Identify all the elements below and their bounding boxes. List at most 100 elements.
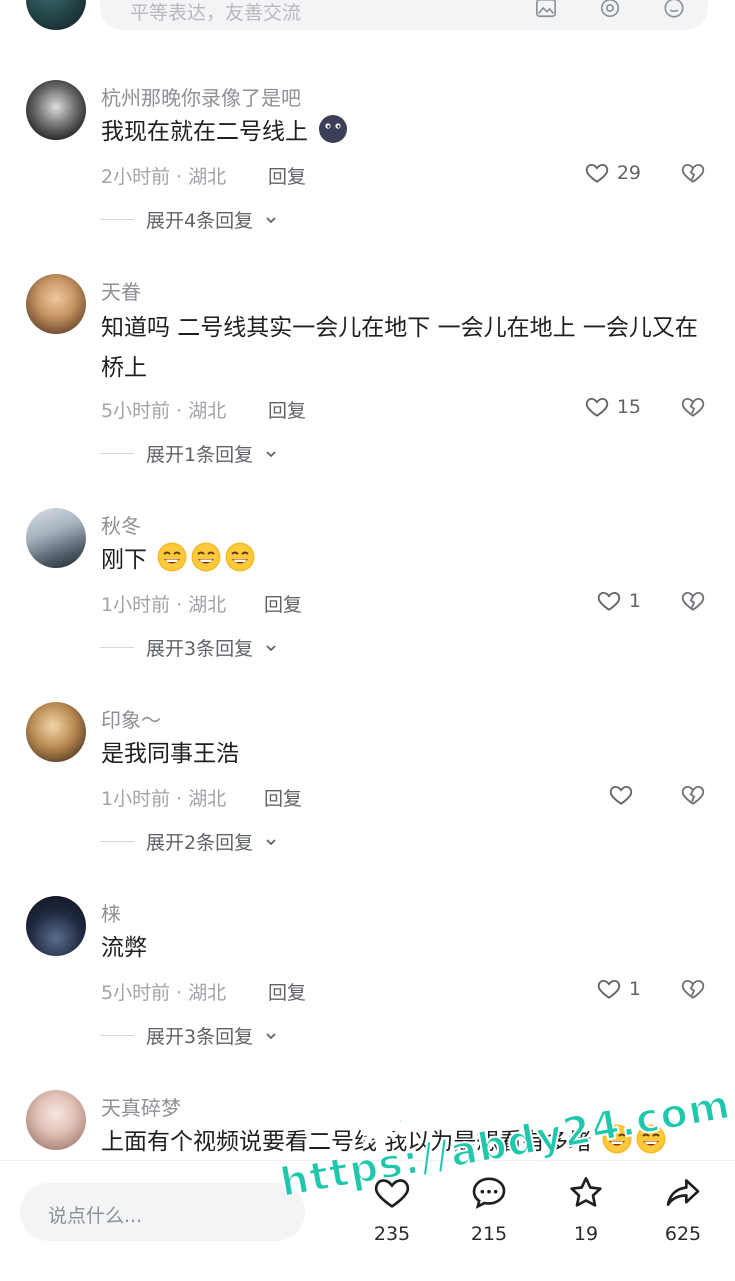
expand-replies-label: 展开4条回复 bbox=[146, 210, 254, 232]
image-icon[interactable] bbox=[530, 0, 562, 20]
avatar[interactable] bbox=[26, 702, 86, 762]
like-button[interactable]: 1 bbox=[595, 976, 641, 1002]
expand-replies-label: 展开1条回复 bbox=[146, 444, 254, 466]
divider bbox=[100, 453, 134, 454]
expand-replies-label: 展开3条回复 bbox=[146, 638, 254, 660]
chevron-down-icon bbox=[266, 644, 276, 651]
grin-emoji bbox=[601, 1123, 633, 1155]
chevron-down-icon bbox=[266, 216, 276, 223]
heart-icon bbox=[609, 785, 633, 805]
comment-text-content: 我现在就在二号线上 bbox=[101, 119, 308, 145]
comment-time-location: 5小时前 · 湖北 bbox=[101, 982, 227, 1004]
reply-button[interactable]: 回复 bbox=[268, 162, 306, 189]
expand-replies-button[interactable]: 展开4条回复 bbox=[100, 206, 277, 233]
comment-text: 知道吗 二号线其实一会儿在地下 一会儿在地上 一会儿又在桥上 bbox=[101, 315, 698, 381]
comment-author[interactable]: 天眷 bbox=[101, 276, 141, 305]
expand-replies-label: 展开2条回复 bbox=[146, 832, 254, 854]
like-post-count: 235 bbox=[373, 1223, 411, 1245]
dark-face-emoji bbox=[317, 113, 349, 145]
heart-icon bbox=[585, 163, 609, 183]
heart-icon bbox=[585, 397, 609, 417]
comment-bubble-icon bbox=[472, 1177, 506, 1209]
grin-emoji bbox=[156, 541, 188, 573]
comment-time-location: 5小时前 · 湖北 bbox=[101, 400, 227, 422]
heart-icon bbox=[374, 1179, 410, 1208]
comments-count: 215 bbox=[470, 1223, 508, 1245]
like-count: 1 bbox=[628, 978, 641, 1000]
chevron-down-icon bbox=[266, 450, 276, 457]
heart-icon bbox=[597, 591, 621, 611]
reply-button[interactable]: 回复 bbox=[264, 590, 302, 617]
like-button[interactable]: 15 bbox=[583, 394, 641, 420]
chevron-down-icon bbox=[266, 838, 276, 845]
comment-time-location: 2小时前 · 湖北 bbox=[101, 166, 227, 188]
broken-heart-icon bbox=[681, 979, 705, 999]
dislike-button[interactable] bbox=[679, 782, 707, 810]
comment-input[interactable]: 说点什么... bbox=[20, 1183, 305, 1241]
chevron-down-icon bbox=[266, 1032, 276, 1039]
avatar[interactable] bbox=[26, 896, 86, 956]
comment-text: 我现在就在二号线上 bbox=[101, 112, 711, 152]
share-count: 625 bbox=[664, 1223, 702, 1245]
top-input-icons bbox=[530, 0, 690, 20]
share-button[interactable]: 625 bbox=[651, 1173, 715, 1245]
expand-replies-label: 展开3条回复 bbox=[146, 1026, 254, 1048]
heart-icon bbox=[597, 979, 621, 999]
broken-heart-icon bbox=[681, 163, 705, 183]
reply-button[interactable]: 回复 bbox=[264, 784, 302, 811]
like-button[interactable] bbox=[607, 782, 641, 808]
avatar[interactable] bbox=[26, 274, 86, 334]
avatar[interactable] bbox=[26, 0, 86, 30]
dislike-button[interactable] bbox=[679, 394, 707, 422]
broken-heart-icon bbox=[681, 591, 705, 611]
comments-button[interactable]: 215 bbox=[457, 1173, 521, 1245]
comment-author[interactable]: 秋冬 bbox=[101, 510, 141, 539]
comment-author[interactable]: 天真碎梦 bbox=[101, 1092, 181, 1121]
comment-time-location: 1小时前 · 湖北 bbox=[101, 594, 227, 616]
dislike-button[interactable] bbox=[679, 588, 707, 616]
like-button[interactable]: 1 bbox=[595, 588, 641, 614]
comment-text: 是我同事王浩 bbox=[101, 741, 239, 767]
comment-text-content: 上面有个视频说要看二号线 我以为是想看有多堵 bbox=[101, 1129, 592, 1155]
like-count: 29 bbox=[616, 162, 641, 184]
broken-heart-icon bbox=[681, 397, 705, 417]
dislike-button[interactable] bbox=[679, 976, 707, 1004]
divider bbox=[100, 647, 134, 648]
comment-text: 流弊 bbox=[101, 935, 147, 961]
top-input-placeholder: 平等表达，友善交流 bbox=[130, 2, 302, 24]
emoji-picker-icon[interactable] bbox=[658, 0, 690, 20]
reply-button[interactable]: 回复 bbox=[268, 978, 306, 1005]
favorite-button[interactable]: 19 bbox=[554, 1173, 618, 1245]
like-count: 1 bbox=[628, 590, 641, 612]
divider bbox=[100, 219, 134, 220]
like-button[interactable]: 29 bbox=[583, 160, 641, 186]
reply-button[interactable]: 回复 bbox=[268, 396, 306, 423]
grin-emoji bbox=[635, 1123, 667, 1155]
comment-text: 上面有个视频说要看二号线 我以为是想看有多堵 bbox=[101, 1122, 711, 1162]
mention-icon[interactable] bbox=[594, 0, 626, 20]
top-comment-composer: 平等表达，友善交流 bbox=[0, 0, 735, 60]
expand-replies-button[interactable]: 展开3条回复 bbox=[100, 634, 277, 661]
star-icon bbox=[570, 1177, 602, 1207]
like-post-button[interactable]: 235 bbox=[360, 1173, 424, 1245]
expand-replies-button[interactable]: 展开2条回复 bbox=[100, 828, 277, 855]
broken-heart-icon bbox=[681, 785, 705, 805]
like-count: 15 bbox=[616, 396, 641, 418]
comment-author[interactable]: 印象～ bbox=[101, 704, 161, 733]
divider bbox=[100, 1035, 134, 1036]
comment-text-content: 刚下 bbox=[101, 547, 147, 573]
avatar[interactable] bbox=[26, 80, 86, 140]
dislike-button[interactable] bbox=[679, 160, 707, 188]
top-comment-input[interactable]: 平等表达，友善交流 bbox=[100, 0, 708, 30]
avatar[interactable] bbox=[26, 508, 86, 568]
expand-replies-button[interactable]: 展开1条回复 bbox=[100, 440, 277, 467]
avatar[interactable] bbox=[26, 1090, 86, 1150]
bottom-action-bar: 说点什么... 235 215 19 625 bbox=[0, 1160, 735, 1281]
divider bbox=[100, 841, 134, 842]
comment-text: 刚下 bbox=[101, 540, 711, 580]
comment-input-placeholder: 说点什么... bbox=[48, 1205, 143, 1227]
expand-replies-button[interactable]: 展开3条回复 bbox=[100, 1022, 277, 1049]
comment-author[interactable]: 梾 bbox=[101, 898, 121, 927]
grin-emoji bbox=[190, 541, 222, 573]
comment-author[interactable]: 杭州那晚你录像了是吧 bbox=[101, 82, 301, 111]
